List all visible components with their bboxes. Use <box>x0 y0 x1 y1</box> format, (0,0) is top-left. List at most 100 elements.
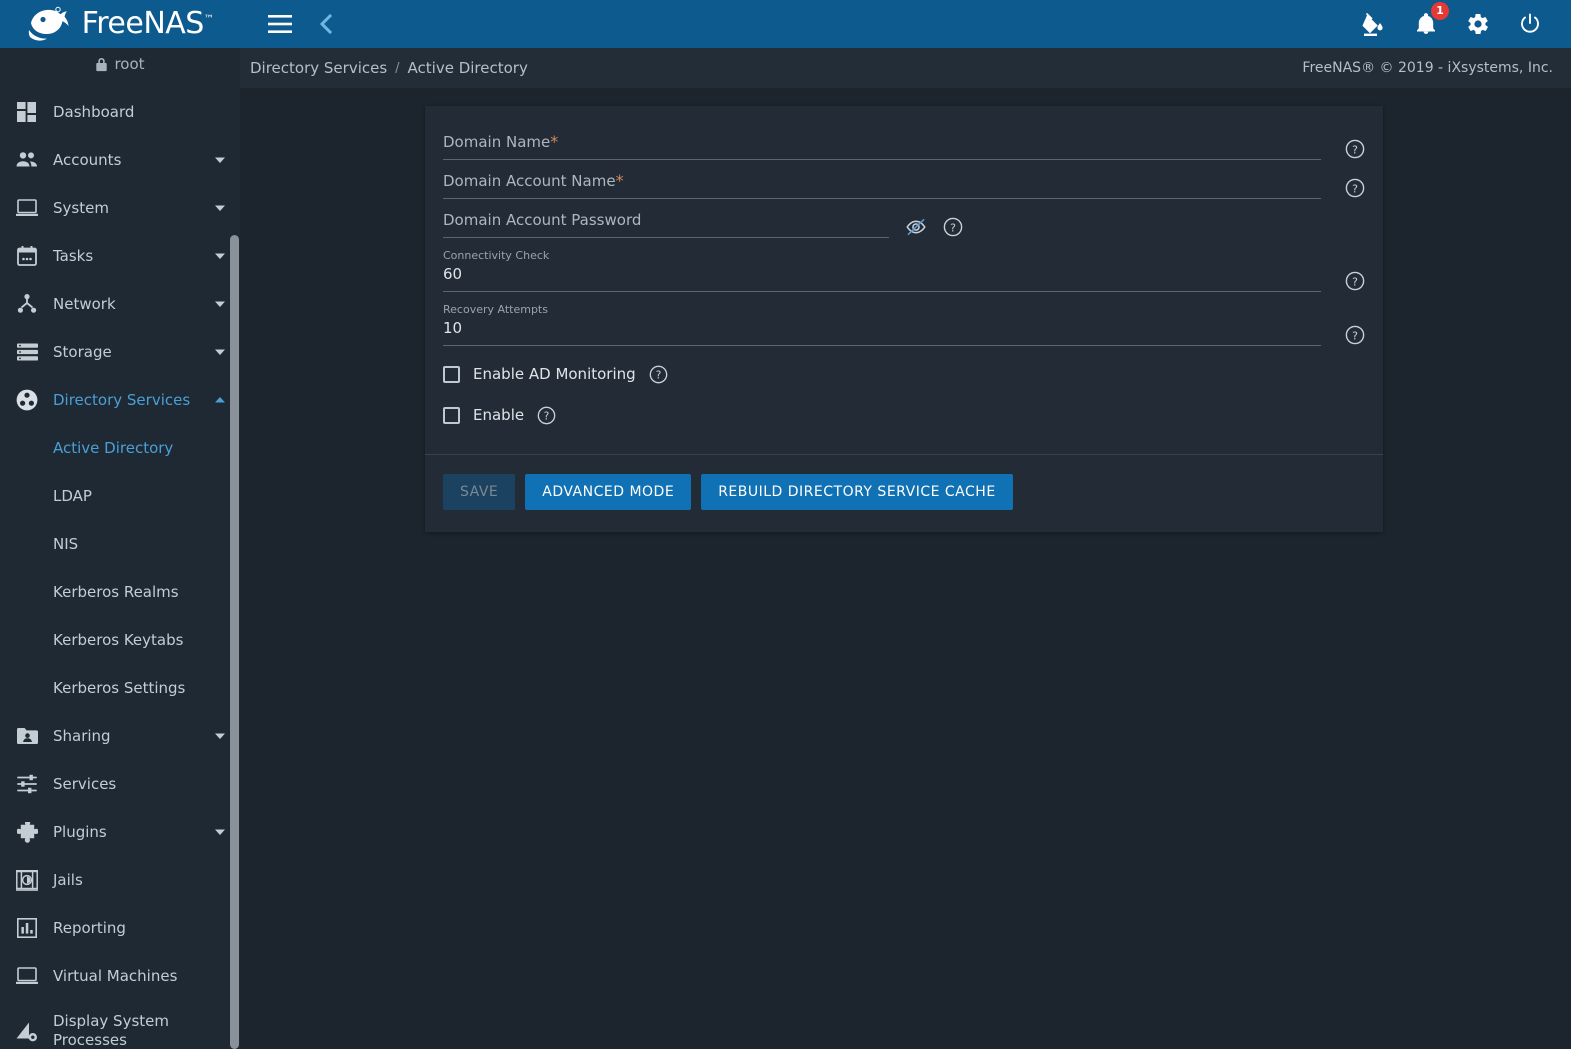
sidebar-item-display-system-processes[interactable]: Display System Processes <box>0 1000 240 1049</box>
field-label: Domain Account Password <box>443 211 642 229</box>
sidebar-item-sharing[interactable]: Sharing <box>0 712 240 760</box>
sidebar-item-jails[interactable]: Jails <box>0 856 240 904</box>
save-button[interactable]: SAVE <box>443 474 516 510</box>
help-circle-icon[interactable]: ? <box>943 217 963 237</box>
lock-icon <box>96 57 108 71</box>
field-label: Domain Name <box>443 133 551 151</box>
plugins-icon <box>10 821 44 843</box>
domain-account-password-input[interactable]: Domain Account Password <box>443 210 889 238</box>
sidebar-subitem-label: Kerberos Settings <box>53 679 186 697</box>
storage-icon <box>10 343 44 361</box>
chevron-left-icon <box>319 13 333 35</box>
freenas-web-ui: FreeNAS™ 1 root Dashboard Accounts Syste… <box>0 0 1571 1049</box>
field-value: 60 <box>443 265 463 283</box>
sidebar-item-services[interactable]: Services <box>0 760 240 808</box>
field-label: Connectivity Check <box>443 249 550 262</box>
sidebar-item-virtual-machines[interactable]: Virtual Machines <box>0 952 240 1000</box>
power-icon <box>1521 13 1539 33</box>
sidebar-item-label: System <box>53 198 109 217</box>
sidebar-item-label: Directory Services <box>53 390 191 409</box>
help-circle-icon[interactable]: ? <box>649 365 668 384</box>
domain-name-input[interactable]: Domain Name* <box>443 132 1321 160</box>
form-actions: SAVE ADVANCED MODE REBUILD DIRECTORY SER… <box>425 454 1383 532</box>
sidebar-item-system[interactable]: System <box>0 184 240 232</box>
sidebar-item-network[interactable]: Network <box>0 280 240 328</box>
chevron-down-icon <box>215 829 225 835</box>
password-field-actions: ? <box>905 216 963 238</box>
sidebar-item-label: Tasks <box>53 246 94 265</box>
form-body: Domain Name* ? Domain Account Name* ? Do… <box>425 106 1383 454</box>
sidebar-subitem-nis[interactable]: NIS <box>0 520 240 568</box>
checkbox-label: Enable AD Monitoring <box>473 365 636 383</box>
power-button[interactable] <box>1515 9 1545 39</box>
sidebar-item-tasks[interactable]: Tasks <box>0 232 240 280</box>
sidebar-item-directory-services[interactable]: Directory Services <box>0 376 240 424</box>
sidebar-item-label: Dashboard <box>53 102 135 121</box>
sidebar-subitem-kerberos-keytabs[interactable]: Kerberos Keytabs <box>0 616 240 664</box>
field-connectivity-check: Connectivity Check 60 ? <box>443 249 1365 292</box>
field-label: Domain Account Name <box>443 172 616 190</box>
help-circle-icon[interactable]: ? <box>537 406 556 425</box>
sidebar-item-plugins[interactable]: Plugins <box>0 808 240 856</box>
display-system-processes-icon <box>10 1021 44 1042</box>
sidebar-user-label: root <box>114 55 145 73</box>
connectivity-check-input[interactable]: Connectivity Check 60 <box>443 249 1321 292</box>
sidebar-subitem-label: Kerberos Keytabs <box>53 631 184 649</box>
enable-checkbox[interactable] <box>443 406 460 424</box>
brand-trademark: ™ <box>203 14 214 25</box>
svg-text:?: ? <box>544 410 550 422</box>
help-circle-icon[interactable]: ? <box>1345 325 1365 345</box>
sidebar-item-reporting[interactable]: Reporting <box>0 904 240 952</box>
hamburger-menu-button[interactable] <box>262 6 298 42</box>
svg-text:?: ? <box>1352 182 1358 195</box>
help-circle-icon[interactable]: ? <box>1345 139 1365 159</box>
sidebar-item-label: Network <box>53 294 116 313</box>
sharing-icon <box>10 727 44 745</box>
sidebar-item-storage[interactable]: Storage <box>0 328 240 376</box>
chevron-down-icon <box>215 733 225 739</box>
sidebar-item-accounts[interactable]: Accounts <box>0 136 240 184</box>
sidebar-item-label: Display System Processes <box>53 1012 169 1049</box>
sidebar-item-dashboard[interactable]: Dashboard <box>0 88 240 136</box>
hamburger-menu-icon <box>268 15 292 33</box>
copyright-text: FreeNAS® © 2019 - iXsystems, Inc. <box>1302 60 1553 76</box>
sidebar-scrollbar[interactable] <box>229 187 240 1049</box>
tasks-icon <box>10 246 44 266</box>
breadcrumb-parent[interactable]: Directory Services <box>250 59 387 77</box>
sidebar-subitem-kerberos-realms[interactable]: Kerberos Realms <box>0 568 240 616</box>
reporting-icon <box>10 918 44 938</box>
checkbox-label: Enable <box>473 406 525 424</box>
sidebar-subitem-label: Kerberos Realms <box>53 583 179 601</box>
advanced-mode-button[interactable]: ADVANCED MODE <box>525 474 692 510</box>
sidebar-item-label: Storage <box>53 342 112 361</box>
chevron-down-icon <box>215 157 225 163</box>
sidebar-subitem-active-directory[interactable]: Active Directory <box>0 424 240 472</box>
svg-text:?: ? <box>950 221 956 234</box>
sidebar: root Dashboard Accounts System Tasks Net… <box>0 48 240 1049</box>
enable-ad-monitoring-checkbox[interactable] <box>443 365 460 383</box>
sidebar-subitem-label: Active Directory <box>53 439 174 457</box>
sidebar-item-label: Reporting <box>53 918 126 937</box>
chevron-down-icon <box>215 301 225 307</box>
recovery-attempts-input[interactable]: Recovery Attempts 10 <box>443 303 1321 346</box>
settings-button[interactable] <box>1463 9 1493 39</box>
sidebar-subitem-kerberos-settings[interactable]: Kerberos Settings <box>0 664 240 712</box>
rebuild-directory-service-cache-button[interactable]: REBUILD DIRECTORY SERVICE CACHE <box>701 474 1013 510</box>
back-button[interactable] <box>308 6 344 42</box>
sidebar-item-label: Accounts <box>53 150 122 169</box>
field-domain-account-password: Domain Account Password ? <box>443 210 1365 238</box>
brand-logo-area[interactable]: FreeNAS™ <box>0 0 240 48</box>
help-circle-icon[interactable]: ? <box>1345 178 1365 198</box>
field-value: 10 <box>443 319 463 337</box>
breadcrumb: Directory Services / Active Directory Fr… <box>240 48 1571 88</box>
accounts-icon <box>10 151 44 169</box>
sidebar-subitem-ldap[interactable]: LDAP <box>0 472 240 520</box>
domain-account-name-input[interactable]: Domain Account Name* <box>443 171 1321 199</box>
notifications-button[interactable]: 1 <box>1411 2 1449 39</box>
chevron-down-icon <box>215 205 225 211</box>
jails-icon <box>10 869 44 891</box>
eye-off-icon[interactable] <box>905 216 927 238</box>
theme-button[interactable] <box>1359 9 1389 39</box>
help-circle-icon[interactable]: ? <box>1345 271 1365 291</box>
sidebar-scrollbar-thumb[interactable] <box>230 235 239 1049</box>
